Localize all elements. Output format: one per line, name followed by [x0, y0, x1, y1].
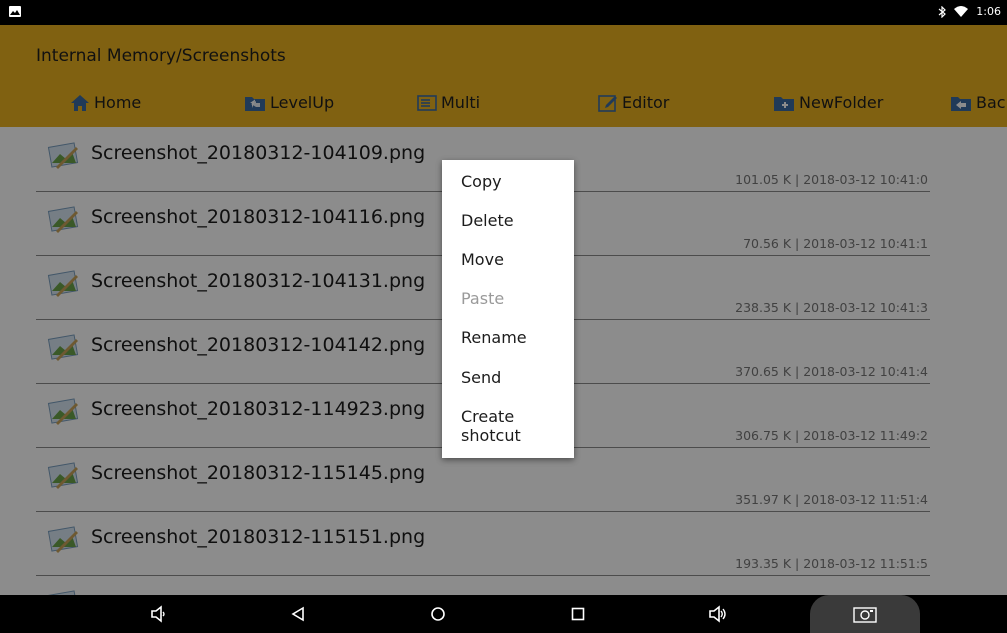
volume-up-button[interactable] [708, 604, 728, 624]
menu-item-paste: Paste [461, 289, 505, 308]
back-nav-button[interactable] [288, 604, 308, 624]
status-bar: 1:06 [0, 0, 1007, 25]
menu-item-delete[interactable]: Delete [461, 211, 514, 230]
context-menu: Copy Delete Move Paste Rename Send Creat… [442, 160, 574, 458]
menu-item-move[interactable]: Move [461, 250, 504, 269]
menu-item-send[interactable]: Send [461, 368, 501, 387]
screenshot-button[interactable] [810, 595, 920, 633]
volume-up-icon [709, 605, 726, 623]
bluetooth-icon [938, 5, 947, 18]
recents-icon [571, 607, 585, 621]
back-icon [291, 606, 304, 622]
volume-down-icon [151, 605, 165, 623]
recents-nav-button[interactable] [568, 604, 588, 624]
home-nav-button[interactable] [428, 604, 448, 624]
menu-item-copy[interactable]: Copy [461, 172, 502, 191]
status-time: 1:06 [976, 5, 1001, 18]
volume-down-button[interactable] [148, 604, 168, 624]
screenshot-camera-icon [853, 607, 877, 623]
wifi-icon [954, 5, 969, 17]
home-circle-icon [431, 607, 445, 621]
gallery-notification-icon [9, 6, 21, 17]
menu-item-create-shortcut[interactable]: Create shotcut [461, 407, 521, 445]
menu-item-rename[interactable]: Rename [461, 328, 527, 347]
